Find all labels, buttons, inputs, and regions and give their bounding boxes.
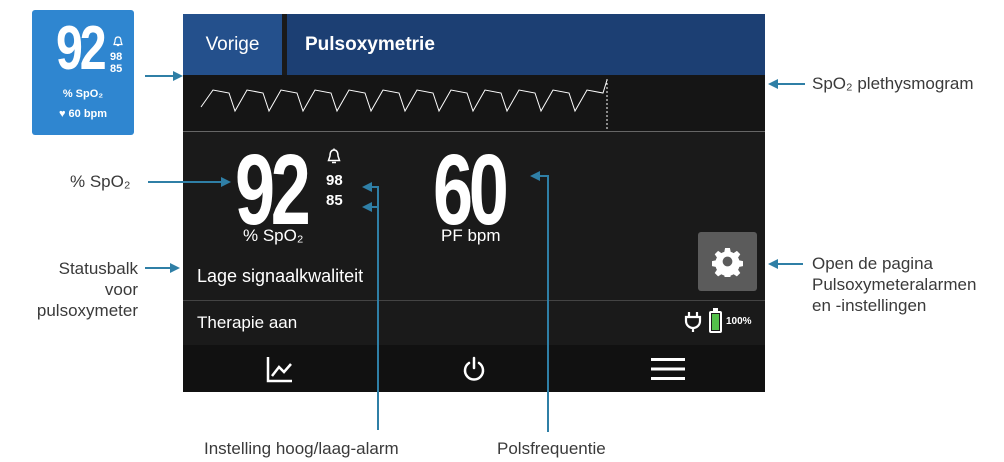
annotation-pulse-rate: Polsfrequentie xyxy=(497,439,606,458)
annotation-spo2: % SpO₂ xyxy=(70,172,131,191)
annotation-alarm-setting: Instelling hoog/laag-alarm xyxy=(204,439,399,458)
annotation-plethysmogram: SpO₂ plethysmogram xyxy=(812,74,974,93)
annotation-settings-line2: Pulsoxymeteralarmen xyxy=(812,275,977,294)
annotation-statusbar-line1: Statusbalk xyxy=(58,259,138,278)
annotation-settings-line1: Open de pagina xyxy=(812,254,933,273)
annotation-settings: Open de pagina Pulsoxymeteralarmen en -i… xyxy=(812,253,976,316)
annotation-statusbar-line2: voor xyxy=(104,280,138,299)
annotation-lines xyxy=(145,71,805,432)
annotation-statusbar-line3: pulsoxymeter xyxy=(36,301,138,320)
annotation-statusbar: Statusbalk voor pulsoxymeter xyxy=(0,258,138,321)
annotation-settings-line3: en -instellingen xyxy=(812,296,927,315)
